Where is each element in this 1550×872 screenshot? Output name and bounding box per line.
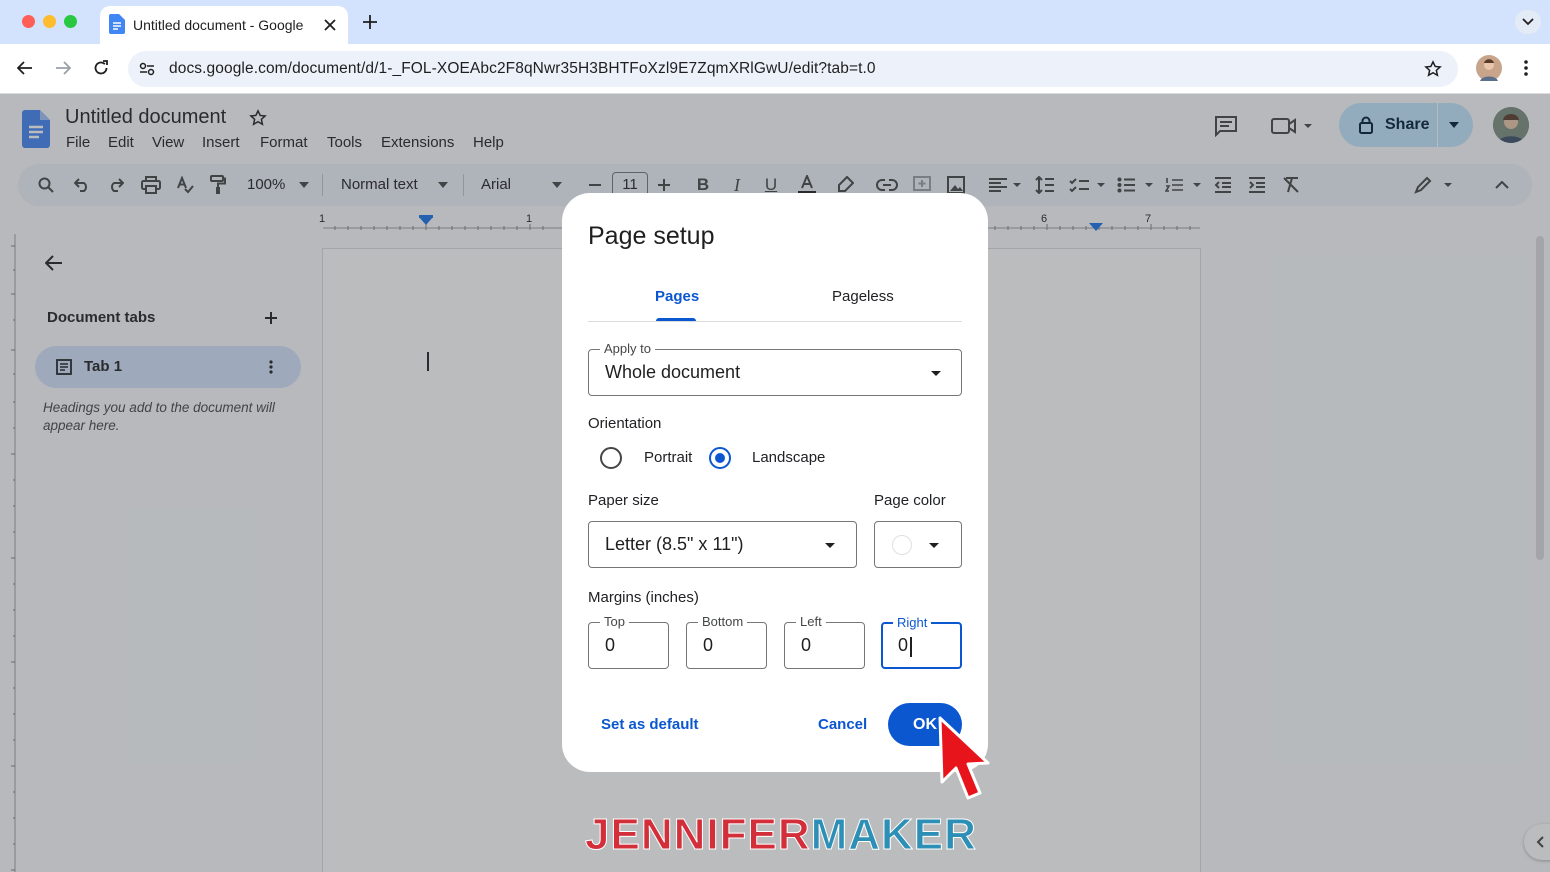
margin-bottom-input[interactable]: Bottom 0 [686, 614, 767, 669]
page-setup-dialog: Page setup Pages Pageless Apply to Whole… [562, 193, 988, 772]
window-maximize-button[interactable] [64, 15, 77, 28]
orientation-label: Orientation [588, 415, 662, 432]
reload-icon[interactable] [90, 57, 112, 79]
browser-tab-title: Untitled document - Google Docs [133, 17, 305, 33]
browser-tab[interactable]: Untitled document - Google Docs [100, 6, 348, 44]
tab-pages[interactable]: Pages [655, 288, 699, 305]
dropdown-arrow-icon [823, 541, 837, 549]
mouse-pointer-icon [936, 714, 996, 806]
margin-bottom-value: 0 [703, 635, 714, 655]
set-as-default-button[interactable]: Set as default [601, 716, 699, 733]
margin-top-input[interactable]: Top 0 [588, 614, 669, 669]
page-color-label: Page color [874, 492, 946, 509]
tabs-divider [588, 321, 962, 322]
window-minimize-button[interactable] [43, 15, 56, 28]
margin-top-value: 0 [605, 635, 616, 655]
bookmark-star-icon[interactable] [1423, 59, 1443, 79]
margin-right-label: Right [893, 615, 932, 630]
apply-to-value: Whole document [605, 362, 741, 382]
margin-left-label: Left [796, 614, 826, 629]
apply-to-select[interactable]: Apply to Whole document [588, 341, 962, 396]
dialog-title: Page setup [588, 222, 715, 250]
site-info-icon[interactable] [138, 60, 156, 78]
margin-top-label: Top [600, 614, 629, 629]
dropdown-arrow-icon [929, 369, 943, 377]
portrait-radio[interactable] [600, 447, 622, 469]
paper-size-select[interactable]: Letter (8.5" x 11") [588, 521, 857, 568]
dropdown-arrow-icon [927, 541, 941, 549]
margin-right-input[interactable]: Right 0 [881, 615, 962, 669]
color-swatch [892, 535, 912, 555]
tab-pageless[interactable]: Pageless [832, 288, 894, 305]
google-docs-favicon-icon [108, 14, 126, 34]
watermark-part-1: JENNIFER [585, 810, 811, 860]
cancel-button[interactable]: Cancel [818, 716, 867, 733]
margin-bottom-label: Bottom [698, 614, 748, 629]
portrait-label[interactable]: Portrait [644, 449, 692, 466]
margin-left-input[interactable]: Left 0 [784, 614, 865, 669]
margins-label: Margins (inches) [588, 589, 699, 606]
back-arrow-icon[interactable] [14, 58, 36, 78]
apply-to-label: Apply to [600, 341, 655, 356]
browser-profile-avatar[interactable] [1476, 55, 1502, 81]
tab-search-chevron-icon[interactable] [1515, 10, 1541, 34]
watermark-part-2: MAKER [810, 810, 977, 860]
landscape-radio[interactable] [709, 447, 731, 469]
paper-size-label: Paper size [588, 492, 659, 509]
forward-arrow-icon[interactable] [52, 58, 74, 78]
new-tab-icon[interactable] [360, 12, 380, 32]
browser-menu-dots-icon[interactable] [1516, 56, 1536, 80]
page-color-select[interactable] [874, 521, 962, 568]
margin-left-value: 0 [801, 635, 812, 655]
margin-right-value: 0 [898, 635, 909, 655]
landscape-label[interactable]: Landscape [752, 449, 825, 466]
paper-size-value: Letter (8.5" x 11") [605, 534, 744, 554]
url-text[interactable]: docs.google.com/document/d/1-_FOL-XOEAbc… [169, 60, 876, 78]
jennifermaker-watermark-logo: JENNIFERMAKER [585, 810, 977, 860]
close-tab-icon[interactable] [322, 17, 338, 33]
input-caret [910, 637, 912, 657]
address-bar[interactable]: docs.google.com/document/d/1-_FOL-XOEAbc… [128, 51, 1458, 87]
window-close-button[interactable] [22, 15, 35, 28]
